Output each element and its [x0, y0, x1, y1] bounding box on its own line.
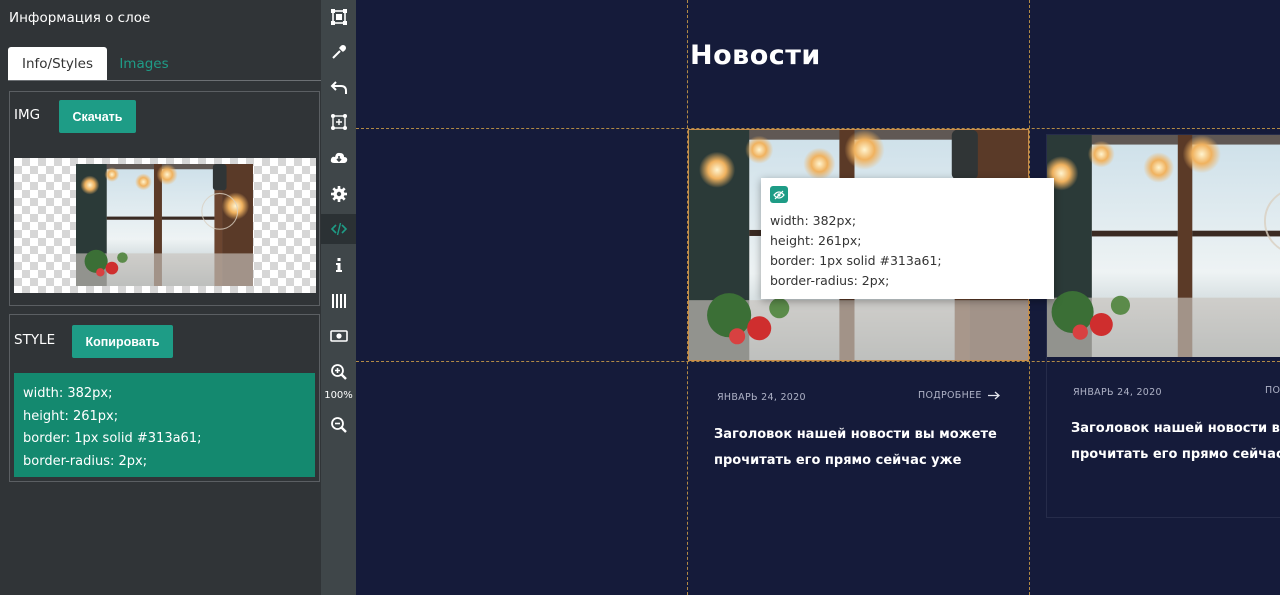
- undo-icon[interactable]: [321, 72, 356, 102]
- hide-icon[interactable]: [770, 186, 788, 203]
- style-section-label: STYLE: [14, 332, 56, 348]
- style-tooltip: width: 382px; height: 261px; border: 1px…: [761, 178, 1054, 299]
- download-button[interactable]: Скачать: [59, 100, 136, 133]
- code-icon[interactable]: [321, 214, 356, 244]
- transform-icon[interactable]: [321, 107, 356, 137]
- news-card[interactable]: ЯНВАРЬ 24, 2020 ПО Заголовок нашей новос…: [1046, 134, 1280, 518]
- vertical-toolbar: 100%: [321, 0, 356, 595]
- arrow-right-icon: [987, 391, 1000, 400]
- tab-images[interactable]: Images: [107, 47, 181, 81]
- news-card-title[interactable]: Заголовок нашей новости вы м прочитать е…: [1071, 416, 1280, 468]
- style-line: height: 261px;: [23, 408, 119, 424]
- zoom-in-icon[interactable]: [321, 357, 356, 387]
- copy-button[interactable]: Копировать: [72, 325, 173, 358]
- info-icon[interactable]: [321, 250, 356, 280]
- read-more-link[interactable]: ПО: [1265, 385, 1280, 396]
- read-more-label: ПОДРОБНЕЕ: [918, 390, 982, 401]
- panel-title: Информация о слое: [9, 10, 151, 26]
- tooltip-line: width: 382px;: [770, 213, 857, 228]
- news-card-title-line: Заголовок нашей новости вы м: [1071, 421, 1280, 436]
- tooltip-line: height: 261px;: [770, 233, 862, 248]
- grid-columns-icon[interactable]: [321, 286, 356, 316]
- layer-info-panel: Информация о слое Info/Styles Images IMG…: [0, 0, 321, 595]
- image-section: IMG Скачать: [9, 91, 320, 306]
- news-card-date: ЯНВАРЬ 24, 2020: [1073, 387, 1162, 398]
- image-preview: [14, 158, 316, 293]
- tab-info-styles[interactable]: Info/Styles: [8, 47, 107, 81]
- select-frame-icon[interactable]: [321, 2, 356, 32]
- read-more-link[interactable]: ПОДРОБНЕЕ: [918, 390, 1000, 401]
- eyedropper-icon[interactable]: [321, 37, 356, 67]
- style-code-block[interactable]: width: 382px; height: 261px; border: 1px…: [14, 373, 315, 477]
- news-card-title-line: прочитать его прямо сейчас уже: [714, 453, 962, 468]
- tooltip-line: border: 1px solid #313a61;: [770, 253, 942, 268]
- news-card-title[interactable]: Заголовок нашей новости вы можете прочит…: [714, 422, 1024, 474]
- cloud-download-icon[interactable]: [321, 143, 356, 173]
- preview-image: [76, 164, 253, 286]
- news-card-title-line: Заголовок нашей новости вы можете: [714, 427, 997, 442]
- tooltip-line: border-radius: 2px;: [770, 273, 890, 288]
- zoom-level: 100%: [324, 390, 353, 401]
- style-section: STYLE Копировать width: 382px; height: 2…: [9, 314, 320, 482]
- news-card-image[interactable]: [1047, 135, 1280, 357]
- style-line: border-radius: 2px;: [23, 453, 148, 469]
- zoom-out-icon[interactable]: [321, 410, 356, 440]
- section-title: Новости: [690, 40, 821, 71]
- news-card-title-line: прочитать его прямо сейчас у: [1071, 447, 1280, 462]
- image-section-label: IMG: [14, 107, 41, 123]
- gear-icon[interactable]: [321, 179, 356, 209]
- style-line: width: 382px;: [23, 386, 113, 401]
- tabs-divider: [8, 80, 321, 81]
- news-card-date: ЯНВАРЬ 24, 2020: [717, 392, 806, 403]
- style-line: border: 1px solid #313a61;: [23, 431, 202, 446]
- read-more-label: ПО: [1265, 385, 1280, 396]
- money-icon[interactable]: [321, 321, 356, 351]
